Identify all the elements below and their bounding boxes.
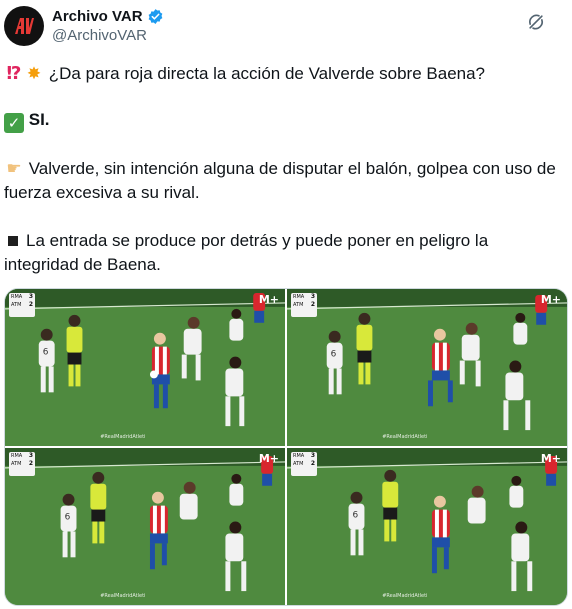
- scorebug: RMA 3 ATM 2: [291, 293, 317, 317]
- home-score: 3: [28, 452, 33, 459]
- avatar[interactable]: [4, 6, 44, 46]
- tweet-card: Archivo VAR @ArchivoVAR ⁉ ✸ ¿Da para roja…: [0, 0, 572, 609]
- verified-badge-icon: [148, 9, 162, 24]
- watermark: #RealMadridAtleti: [100, 593, 146, 599]
- broadcaster-logo: M+: [540, 452, 561, 465]
- scorebug: RMA 3 ATM 2: [291, 452, 317, 476]
- football-scene-image: 6: [5, 289, 285, 446]
- scorebug: RMA 3 ATM 2: [9, 452, 35, 476]
- collision-emoji-icon: ✸: [26, 64, 42, 84]
- tweet-point-2: La entrada se produce por detrás y puede…: [4, 229, 558, 277]
- scorebug: RMA 3 ATM 2: [9, 293, 35, 317]
- watermark: #RealMadridAtleti: [100, 434, 146, 440]
- display-name[interactable]: Archivo VAR: [52, 7, 143, 26]
- point-2-text: La entrada se produce por detrás y puede…: [4, 231, 489, 274]
- away-score: 2: [28, 301, 33, 308]
- name-row: Archivo VAR: [52, 7, 164, 26]
- away-score: 2: [310, 460, 315, 467]
- author-names: Archivo VAR @ArchivoVAR: [52, 7, 164, 45]
- home-score: 3: [310, 452, 315, 459]
- tweet-answer: ✓ SI.: [4, 108, 558, 133]
- away-score: 2: [310, 301, 315, 308]
- svg-text:6: 6: [43, 348, 49, 358]
- football-scene-image: 6: [287, 289, 567, 446]
- svg-text:6: 6: [65, 513, 71, 523]
- point-1-text: Valverde, sin intención alguna de disput…: [4, 159, 556, 202]
- broadcaster-logo: M+: [258, 293, 279, 306]
- home-score: 3: [28, 293, 33, 300]
- media-frame-3[interactable]: 6 RMA 3 ATM 2 M+ #RealMadridAtleti: [5, 448, 285, 605]
- media-grid: 6 RMA 3 ATM 2 M+ #RealMadridAtleti 6 RMA…: [4, 288, 568, 606]
- tweet-question: ⁉ ✸ ¿Da para roja directa la acción de Va…: [4, 62, 558, 86]
- question-text: ¿Da para roja directa la acción de Valve…: [48, 64, 486, 83]
- away-score: 2: [28, 460, 33, 467]
- football-scene-image: 6: [287, 448, 567, 605]
- media-frame-1[interactable]: 6 RMA 3 ATM 2 M+ #RealMadridAtleti: [5, 289, 285, 446]
- football-scene-image: 6: [5, 448, 285, 605]
- tweet-header: Archivo VAR @ArchivoVAR: [4, 4, 560, 48]
- archivo-var-logo-icon: [15, 18, 34, 34]
- interrobang-emoji-icon: ⁉: [6, 63, 22, 84]
- watermark: #RealMadridAtleti: [382, 593, 428, 599]
- media-frame-2[interactable]: 6 RMA 3 ATM 2 M+ #RealMadridAtleti: [287, 289, 567, 446]
- answer-text: SI.: [28, 110, 50, 129]
- pointing-hand-emoji-icon: ☛: [6, 159, 22, 179]
- black-square-emoji-icon: [8, 235, 18, 246]
- broadcaster-logo: M+: [258, 452, 279, 465]
- author-handle[interactable]: @ArchivoVAR: [52, 26, 164, 45]
- watermark: #RealMadridAtleti: [382, 434, 428, 440]
- check-mark-button-emoji-icon: ✓: [4, 113, 24, 133]
- home-score: 3: [310, 293, 315, 300]
- tweet-point-1: ☛ Valverde, sin intención alguna de disp…: [4, 157, 558, 205]
- broadcaster-logo: M+: [540, 293, 561, 306]
- media-frame-4[interactable]: 6 RMA 3 ATM 2 M+ #RealMadridAtleti: [287, 448, 567, 605]
- svg-text:6: 6: [353, 511, 359, 521]
- svg-text:6: 6: [331, 350, 337, 360]
- grok-slash-icon[interactable]: [526, 12, 546, 32]
